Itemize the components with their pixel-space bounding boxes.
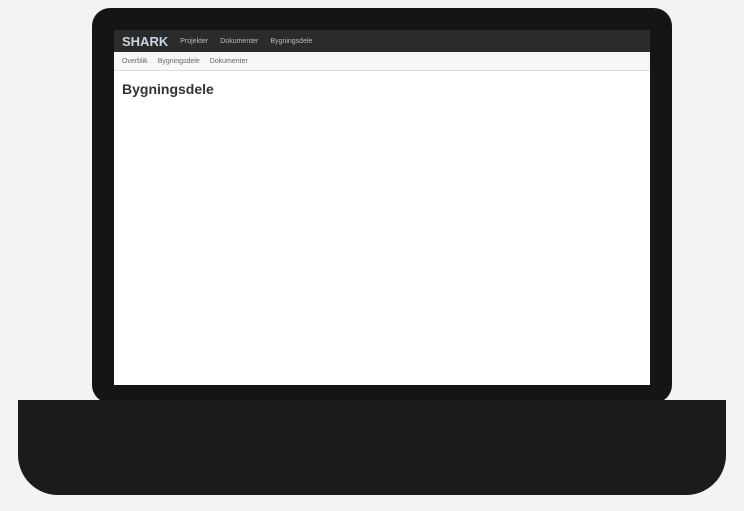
nav-item-building-parts[interactable]: Bygningsdele [270, 38, 312, 45]
app-logo[interactable]: SHARK [122, 34, 168, 49]
page-title: Bygningsdele [122, 81, 214, 97]
nav-item-documents[interactable]: Dokumenter [220, 38, 258, 45]
laptop-frame: SHARK Projekter Dokumenter Bygningsdele … [92, 8, 672, 403]
nav-item-projects[interactable]: Projekter [180, 38, 208, 45]
laptop-keyboard-base [18, 400, 726, 495]
tab-building-parts[interactable]: Bygningsdele [158, 58, 200, 65]
tab-overview[interactable]: Overblik [122, 58, 148, 65]
top-navigation: SHARK Projekter Dokumenter Bygningsdele [114, 30, 650, 52]
app-window: SHARK Projekter Dokumenter Bygningsdele … [114, 30, 650, 385]
tab-documents[interactable]: Dokumenter [210, 58, 248, 65]
tab-bar: Overblik Bygningsdele Dokumenter [114, 52, 650, 71]
